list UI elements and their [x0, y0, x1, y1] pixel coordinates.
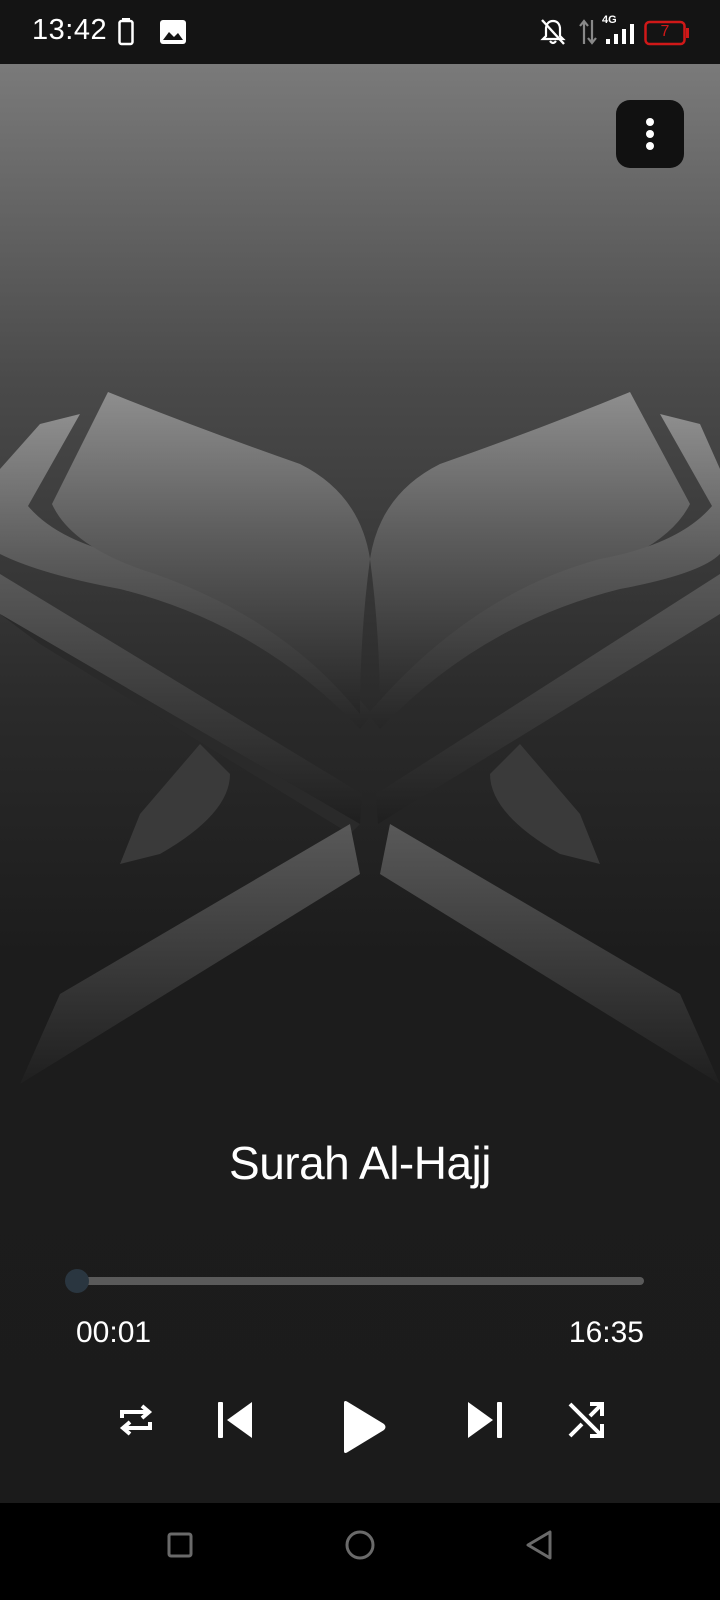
battery-icon: 7: [644, 20, 689, 46]
home-button[interactable]: [344, 1529, 376, 1566]
home-circle-icon: [344, 1530, 376, 1565]
data-transfer-icon: [578, 18, 598, 51]
status-time: 13:42: [32, 14, 108, 46]
play-button[interactable]: [340, 1400, 388, 1459]
seek-thumb[interactable]: [64, 1269, 89, 1293]
repeat-button[interactable]: [116, 1400, 156, 1445]
back-button[interactable]: [524, 1529, 554, 1566]
player-area: Surah Al-Hajj 00:01 16:35: [0, 64, 720, 1503]
previous-button[interactable]: [216, 1400, 256, 1445]
recents-button[interactable]: [166, 1531, 194, 1564]
seek-bar[interactable]: [64, 1269, 644, 1293]
signal-icon: [606, 24, 636, 49]
image-notification-icon: [160, 20, 186, 49]
repeat-icon: [116, 1404, 156, 1444]
music-player-screen: 13:42 4G 7 Surah Al-Hajj 00:01 16:35: [0, 0, 720, 1600]
play-icon: [340, 1401, 388, 1458]
battery-saver-icon: [118, 18, 134, 51]
total-duration: 16:35: [568, 1316, 644, 1349]
next-button[interactable]: [464, 1400, 504, 1445]
quran-book-icon: [0, 384, 720, 1124]
skip-next-icon: [464, 1402, 504, 1444]
back-triangle-icon: [524, 1530, 554, 1565]
battery-level: 7: [660, 23, 670, 40]
more-options-button[interactable]: [616, 100, 684, 168]
track-title: Surah Al-Hajj: [229, 1137, 491, 1189]
elapsed-time: 00:01: [76, 1316, 152, 1349]
shuffle-button[interactable]: [566, 1400, 606, 1445]
shuffle-icon: [566, 1402, 606, 1444]
recents-square-icon: [166, 1532, 194, 1563]
skip-previous-icon: [216, 1402, 256, 1444]
status-bar: 13:42 4G 7: [0, 0, 720, 64]
system-nav-bar: [0, 1503, 720, 1600]
notifications-off-icon: [540, 18, 566, 51]
